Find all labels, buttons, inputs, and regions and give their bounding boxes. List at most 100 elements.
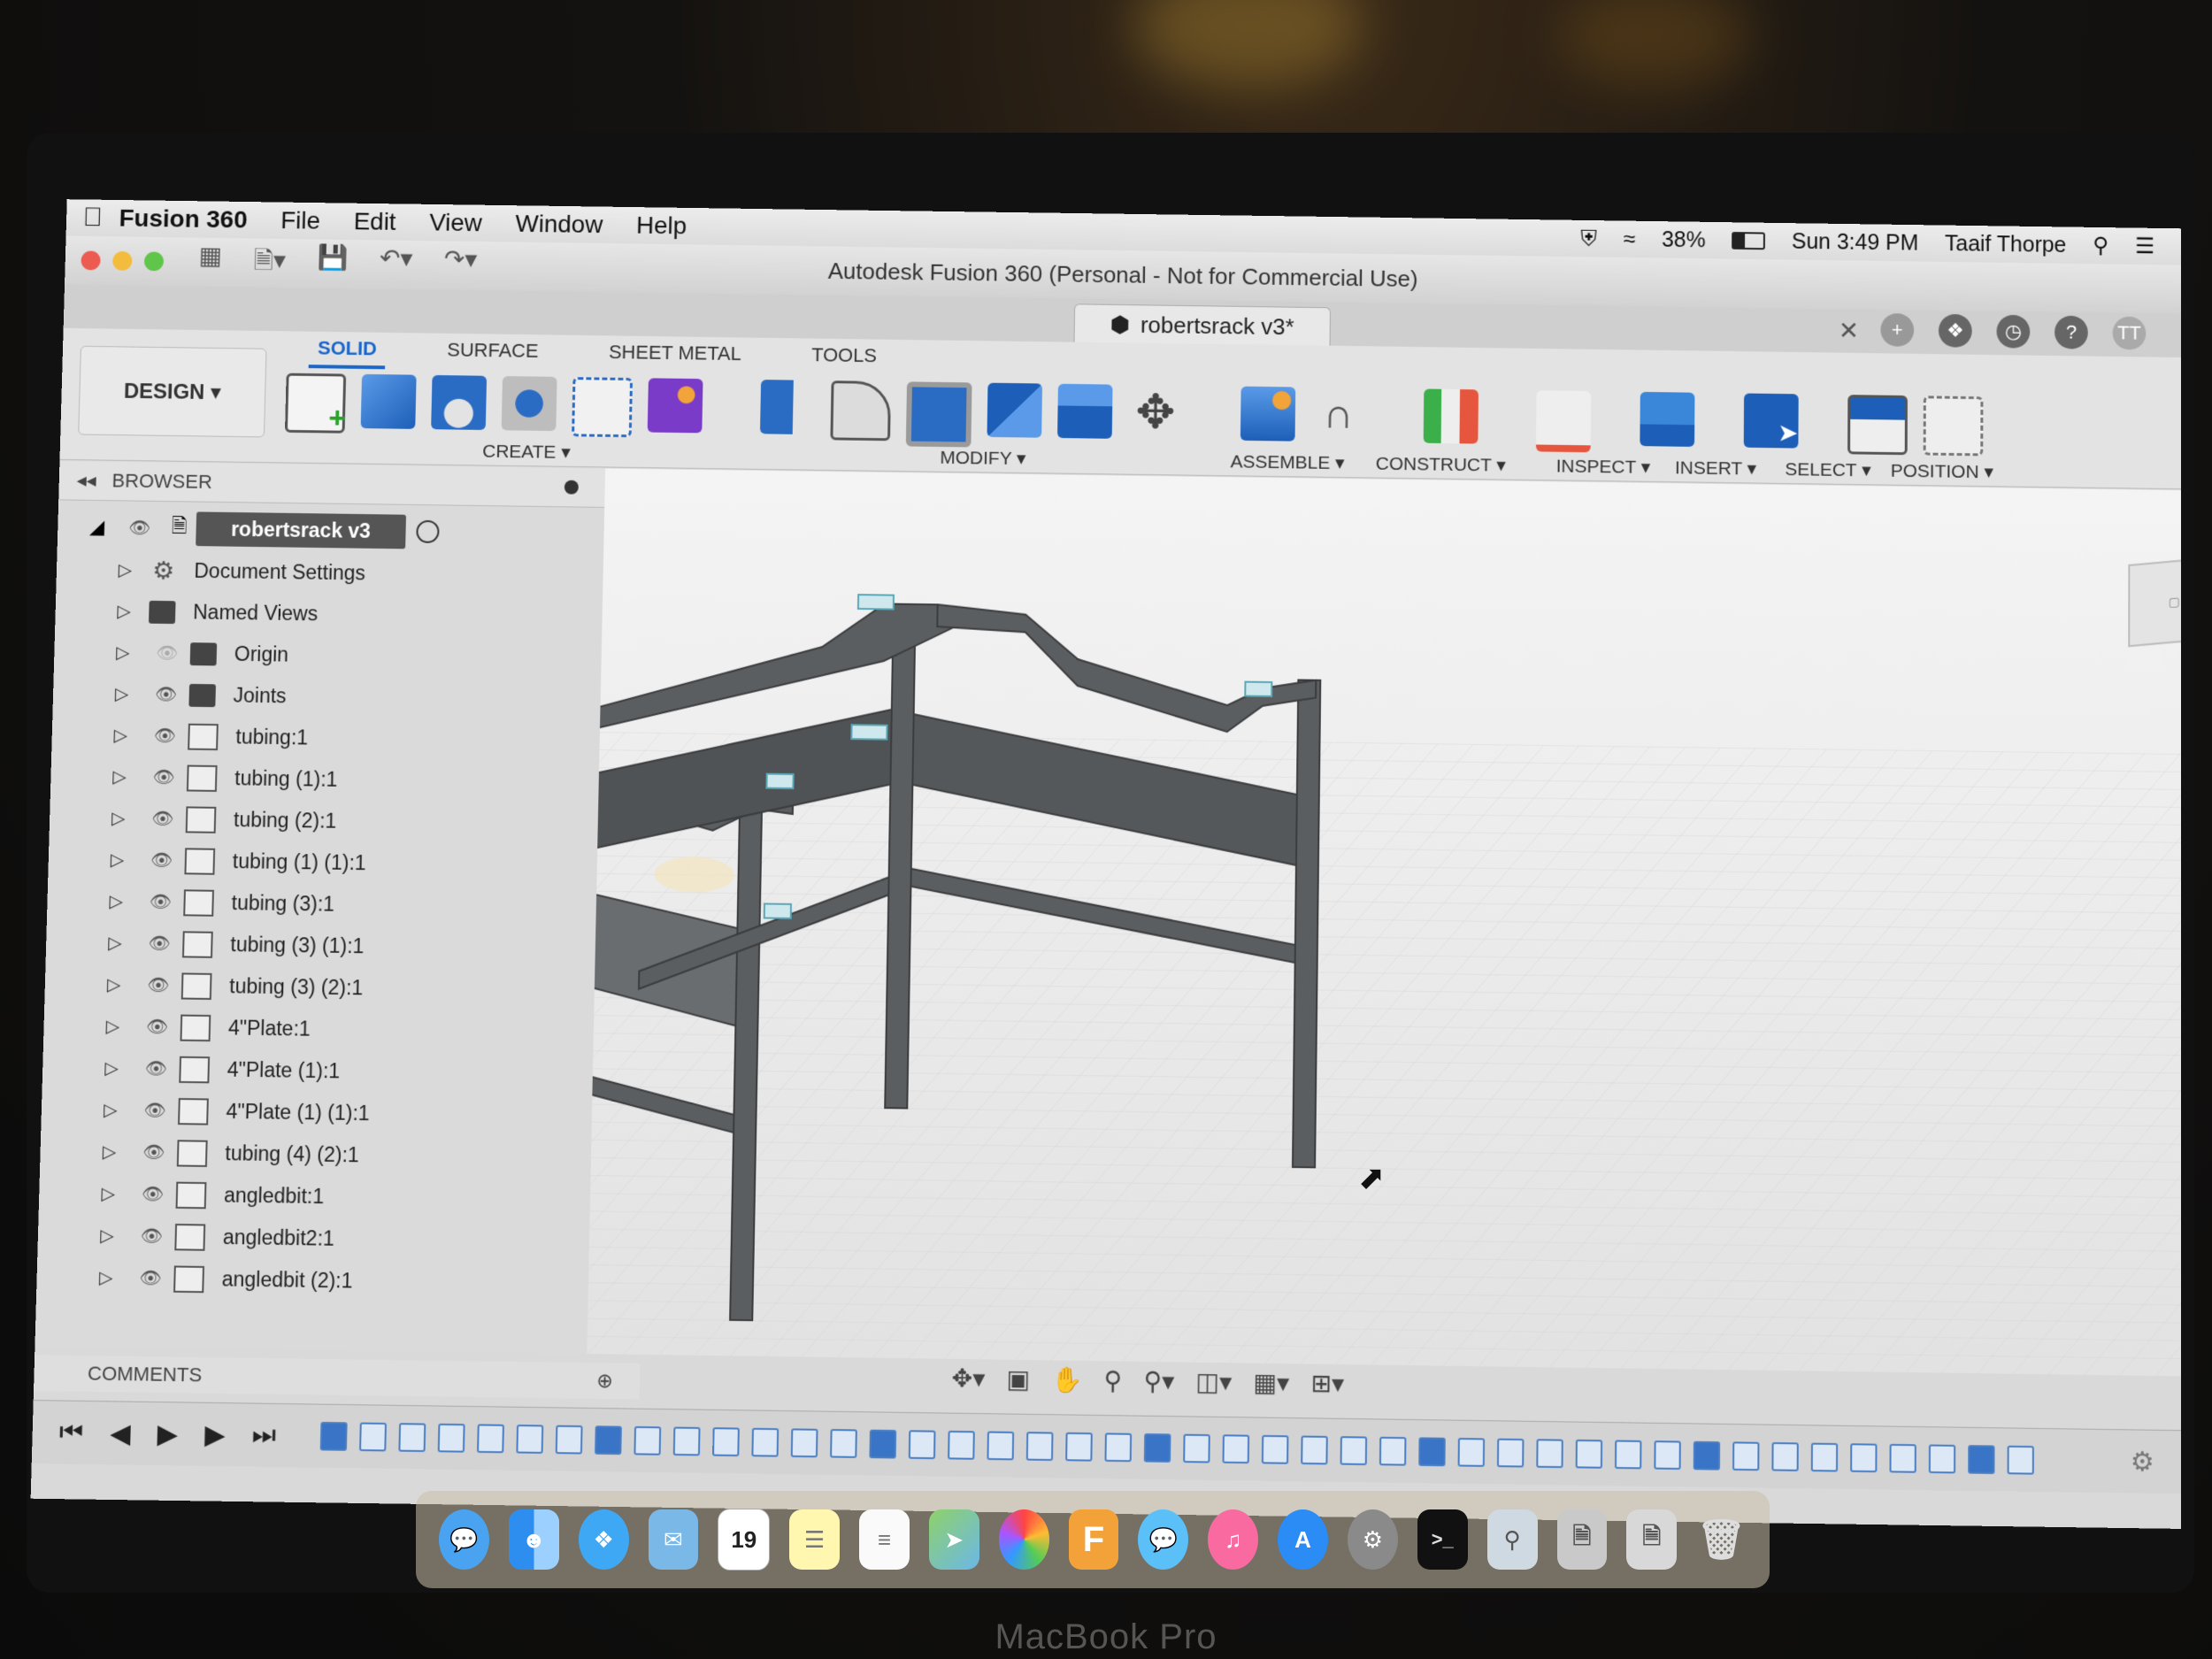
tab-sheet-metal[interactable]: SHEET METAL xyxy=(600,335,750,374)
inspect-menu[interactable]: INSPECT ▾ xyxy=(1556,456,1651,479)
activate-radio[interactable] xyxy=(416,519,440,543)
select-icon[interactable]: ➤ xyxy=(1743,393,1799,449)
expand-triangle-icon[interactable]: ▷ xyxy=(104,1099,131,1122)
leg-back-right[interactable] xyxy=(1293,680,1320,1167)
orbit-icon[interactable]: ✥▾ xyxy=(951,1363,985,1394)
collapse-browser-icon[interactable]: ◂◂ xyxy=(76,469,96,492)
terminal-icon[interactable]: >_ xyxy=(1417,1509,1468,1570)
tree-node[interactable]: ▷ 👁 tubing (2):1 xyxy=(50,796,434,843)
tree-node[interactable]: ▷ 👁 tubing (1) (1):1 xyxy=(48,838,432,885)
menu-window[interactable]: Window xyxy=(515,210,603,239)
visibility-eye-icon[interactable]: 👁 xyxy=(150,642,186,664)
timeline-feature-icon[interactable] xyxy=(1222,1434,1250,1464)
timeline-settings-gear-icon[interactable]: ⚙ xyxy=(2131,1446,2154,1478)
visibility-eye-icon[interactable]: 👁 xyxy=(146,766,182,788)
joint-marker[interactable] xyxy=(763,902,792,919)
timeline-feature-icon[interactable] xyxy=(1575,1439,1603,1469)
timeline-feature-icon[interactable] xyxy=(437,1423,465,1453)
viewcube[interactable]: ▢ xyxy=(2128,556,2182,648)
timeline-feature-icon[interactable] xyxy=(1457,1438,1486,1467)
timeline-feature-icon[interactable] xyxy=(319,1421,348,1451)
file-menu-icon[interactable]: 🗎▾ xyxy=(253,242,286,284)
timeline-feature-icon[interactable] xyxy=(1065,1432,1094,1462)
job-status-icon[interactable]: ◷ xyxy=(1996,314,2031,349)
menu-view[interactable]: View xyxy=(429,209,482,237)
visibility-eye-icon[interactable]: 👁 xyxy=(142,933,178,956)
timeline-feature-icon[interactable] xyxy=(1771,1441,1800,1471)
visibility-eye-icon[interactable]: 👁 xyxy=(136,1141,173,1164)
new-tab-button[interactable]: + xyxy=(1880,312,1915,347)
timeline-feature-icon[interactable] xyxy=(1693,1440,1721,1471)
timeline-feature-icon[interactable] xyxy=(1968,1445,1995,1475)
user-avatar[interactable]: TT xyxy=(2112,316,2147,350)
expand-triangle-icon[interactable]: ▷ xyxy=(115,683,142,705)
visibility-eye-icon[interactable]: 👁 xyxy=(144,849,180,872)
timeline-end-icon[interactable]: ⏭ xyxy=(251,1419,276,1451)
messages-icon[interactable]: 💬 xyxy=(439,1509,489,1570)
revert-position-icon[interactable] xyxy=(1923,396,1984,457)
timeline-feature-icon[interactable] xyxy=(1104,1432,1133,1463)
timeline-feature-icon[interactable] xyxy=(1144,1433,1171,1463)
timeline-feature-icon[interactable] xyxy=(1026,1432,1054,1462)
press-pull-icon[interactable] xyxy=(759,380,816,435)
timeline-feature-icon[interactable] xyxy=(1262,1434,1289,1464)
tree-node[interactable]: ▷ ⚙ Document Settings xyxy=(56,549,439,595)
tree-node[interactable]: ▷ 👁 Joints xyxy=(52,672,435,719)
help-icon[interactable]: ? xyxy=(2055,315,2088,349)
maps-icon[interactable]: ➤ xyxy=(928,1509,979,1570)
select-menu[interactable]: SELECT ▾ xyxy=(1785,458,1870,481)
tree-node[interactable]: ▷ 👁 Origin xyxy=(54,631,437,678)
timeline-feature-icon[interactable] xyxy=(2007,1445,2035,1475)
apple-icon[interactable]:  xyxy=(66,203,119,233)
expand-triangle-icon[interactable]: ▷ xyxy=(111,807,139,829)
revolve-icon[interactable] xyxy=(431,374,488,431)
joint-marker[interactable] xyxy=(851,725,887,739)
document-tab[interactable]: ⬢ robertsrack v3* xyxy=(1073,303,1331,347)
visibility-eye-icon[interactable]: 👁 xyxy=(137,1099,173,1122)
visibility-eye-icon[interactable]: 👁 xyxy=(134,1183,171,1206)
add-comment-icon[interactable]: ⊕ xyxy=(596,1369,613,1393)
timeline-feature-icon[interactable] xyxy=(398,1423,426,1453)
menu-file[interactable]: File xyxy=(280,206,320,234)
tree-node[interactable]: ▷ 👁 4"Plate (1):1 xyxy=(42,1047,427,1094)
joint-icon[interactable]: ∩ xyxy=(1310,388,1365,442)
timeline-feature-icon[interactable] xyxy=(790,1428,818,1458)
user-name[interactable]: Taaif Thorpe xyxy=(1945,231,2066,257)
notification-center-icon[interactable]: ☰ xyxy=(2135,233,2154,259)
wifi-icon[interactable]: ≈ xyxy=(1624,227,1636,252)
timeline-feature-icon[interactable] xyxy=(1654,1440,1682,1471)
visibility-eye-icon[interactable]: 👁 xyxy=(134,1225,170,1248)
calendar-icon[interactable]: 19 xyxy=(718,1509,771,1571)
pan-hand-icon[interactable]: ✋ xyxy=(1051,1365,1083,1395)
create-menu[interactable]: CREATE ▾ xyxy=(482,441,571,464)
itunes-icon[interactable]: ♫ xyxy=(1208,1509,1259,1570)
timeline-feature-icon[interactable] xyxy=(1889,1443,1917,1473)
construct-plane-icon[interactable] xyxy=(1423,388,1479,444)
timeline-feature-icon[interactable] xyxy=(477,1424,505,1454)
timeline-feature-icon[interactable] xyxy=(712,1427,741,1457)
top-rail-right[interactable] xyxy=(935,604,1317,733)
tree-node[interactable]: ▷ 👁 tubing (3):1 xyxy=(47,879,432,926)
collapse-triangle-icon[interactable]: ◢ xyxy=(89,516,105,539)
measure-icon[interactable] xyxy=(1535,390,1592,453)
expand-triangle-icon[interactable]: ▷ xyxy=(117,600,144,622)
expand-triangle-icon[interactable]: ▷ xyxy=(118,559,145,581)
hole-icon[interactable] xyxy=(501,376,557,432)
timeline-feature-icon[interactable] xyxy=(1418,1437,1447,1467)
visibility-eye-icon[interactable]: 👁 xyxy=(147,725,183,747)
close-window-button[interactable] xyxy=(81,250,101,271)
timeline-feature-icon[interactable] xyxy=(1340,1436,1368,1466)
visibility-eye-icon[interactable]: 👁 xyxy=(138,1057,174,1080)
spotlight-search-icon[interactable]: ⚲ xyxy=(2093,233,2108,259)
joint-marker[interactable] xyxy=(858,595,894,609)
redo-icon[interactable]: ↷▾ xyxy=(443,244,478,287)
fit-zoom-icon[interactable]: ⚲▾ xyxy=(1143,1366,1174,1396)
extrude-icon[interactable] xyxy=(360,373,417,429)
timeline-feature-icon[interactable] xyxy=(359,1422,388,1452)
tree-node[interactable]: ▷ 👁 angledbit (2):1 xyxy=(36,1256,423,1303)
pattern-icon[interactable] xyxy=(572,377,634,438)
timeline-feature-icon[interactable] xyxy=(751,1427,780,1457)
minimize-window-button[interactable] xyxy=(112,250,133,271)
tree-node[interactable]: ▷ 👁 tubing (4) (2):1 xyxy=(40,1130,426,1177)
timeline-feature-icon[interactable] xyxy=(1929,1444,1956,1474)
